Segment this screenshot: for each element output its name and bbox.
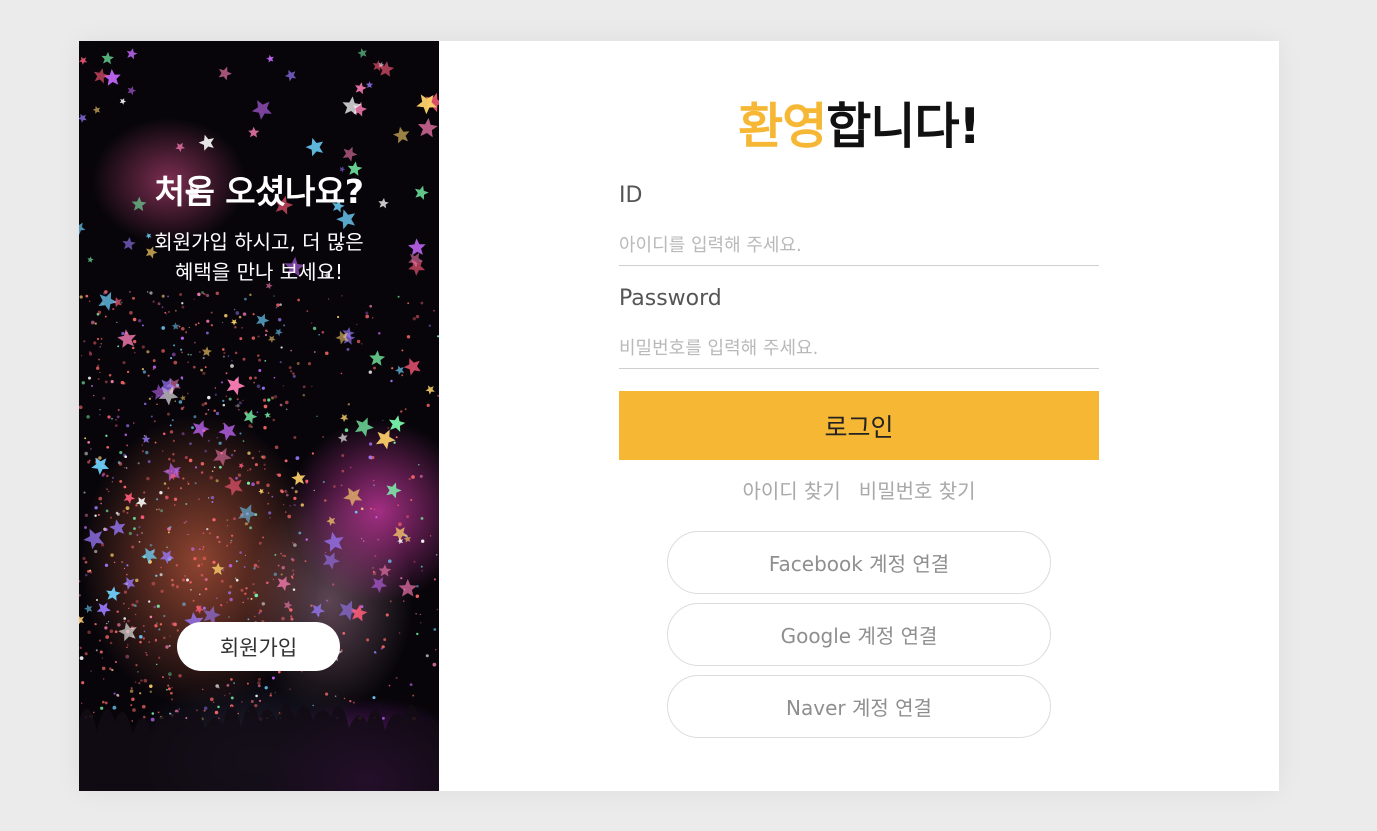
welcome-heading-accent: 환영 (738, 98, 827, 155)
facebook-connect-button[interactable]: Facebook 계정 연결 (667, 531, 1051, 594)
find-password-link[interactable]: 비밀번호 찾기 (859, 479, 976, 503)
promo-description: 회원가입 하시고, 더 많은 혜택을 만나 보세요! (119, 227, 399, 287)
confetti-background-image (79, 48, 439, 791)
promo-description-line-2: 혜택을 만나 보세요! (175, 260, 343, 284)
welcome-heading: 환영합니다! (439, 87, 1279, 158)
login-button[interactable]: 로그인 (619, 391, 1099, 460)
promo-description-line-1: 회원가입 하시고, 더 많은 (154, 230, 364, 254)
promo-title: 처음 오셨나요? (154, 172, 364, 211)
welcome-heading-rest: 합니다! (826, 98, 981, 155)
google-connect-button[interactable]: Google 계정 연결 (667, 603, 1051, 666)
login-form: 환영합니다! ID Password 로그인 아이디 찾기 비밀번호 찾기 Fac… (439, 41, 1279, 791)
password-label: Password (619, 286, 722, 311)
id-label: ID (619, 183, 643, 208)
account-recovery-links: 아이디 찾기 비밀번호 찾기 (619, 475, 1099, 504)
find-id-link[interactable]: 아이디 찾기 (742, 479, 840, 503)
password-input[interactable] (619, 329, 1099, 369)
signup-button[interactable]: 회원가입 (177, 622, 340, 671)
login-card: 처음 오셨나요? 회원가입 하시고, 더 많은 혜택을 만나 보세요! 회원가입… (79, 41, 1279, 791)
naver-connect-button[interactable]: Naver 계정 연결 (667, 675, 1051, 738)
id-input[interactable] (619, 226, 1099, 266)
signup-promo-panel: 처음 오셨나요? 회원가입 하시고, 더 많은 혜택을 만나 보세요! 회원가입 (79, 41, 439, 791)
